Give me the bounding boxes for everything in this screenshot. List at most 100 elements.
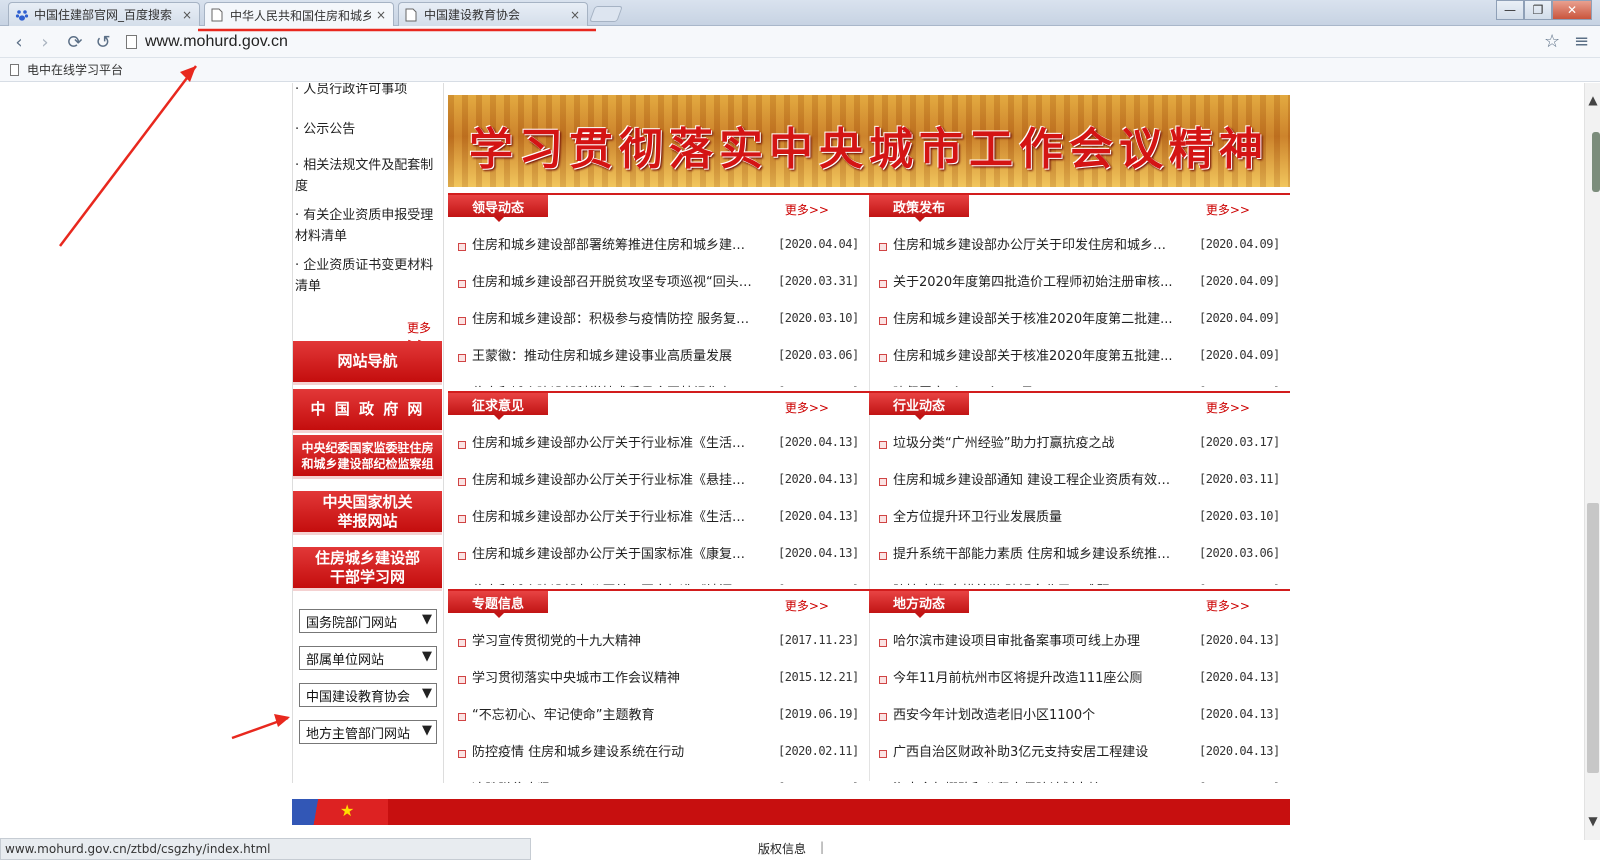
- news-item[interactable]: 住房和城乡建设部办公厅关于行业标准《悬挂式单... [2020.04.13]: [448, 460, 863, 497]
- more-link[interactable]: 更多>>: [1206, 399, 1250, 416]
- close-icon[interactable]: ×: [181, 8, 193, 22]
- more-link[interactable]: 更多>>: [1206, 201, 1250, 218]
- address-bar[interactable]: www.mohurd.gov.cn: [126, 30, 1526, 54]
- news-item[interactable]: 学习宣传贯彻党的十九大精神 [2017.11.23]: [448, 621, 863, 658]
- panel-title[interactable]: 政策发布: [869, 195, 969, 222]
- link-public-notice[interactable]: · 公示公告: [293, 119, 443, 140]
- scroll-up-icon[interactable]: ▲: [1585, 93, 1600, 109]
- news-title[interactable]: 住房和城乡建设部：积极参与疫情防控 服务复工...: [472, 308, 752, 327]
- news-title[interactable]: 建督罚字〔2020〕48号: [893, 382, 1173, 387]
- panel-title[interactable]: 征求意见: [448, 393, 548, 420]
- close-window-button[interactable]: ✕: [1552, 0, 1592, 20]
- vertical-scrollbar[interactable]: ▲ ▼: [1584, 83, 1600, 840]
- news-item[interactable]: 西安今年计划改造老旧小区1100个 [2020.04.13]: [869, 695, 1284, 732]
- news-item[interactable]: 建督罚字〔2020〕48号 [2020.04.09]: [869, 373, 1284, 388]
- news-item[interactable]: 关于2020年度第四批造价工程师初始注册审核... [2020.04.09]: [869, 262, 1284, 299]
- news-item[interactable]: 住房和城乡建设部通知 建设工程企业资质有效期... [2020.03.11]: [869, 460, 1284, 497]
- news-item[interactable]: 住房和城乡建设部召开脱贫攻坚专项巡视“回头看... [2020.03.31]: [448, 262, 863, 299]
- link-regulations[interactable]: · 相关法规文件及配套制度: [293, 155, 443, 197]
- link-certificate-change[interactable]: · 企业资质证书变更材料清单: [293, 255, 443, 297]
- affiliated-units-select[interactable]: 部属单位网站 ▼: [299, 646, 437, 670]
- news-title[interactable]: 哈尔滨市建设项目审批备案事项可线上办理: [893, 630, 1173, 649]
- forward-button[interactable]: ›: [34, 31, 56, 53]
- news-title[interactable]: 住房和城乡建设部办公厅关于印发住房和城乡建设...: [893, 234, 1173, 253]
- news-title[interactable]: 住房和城乡建设部办公厅关于行业标准《生活垃圾...: [472, 506, 752, 525]
- news-title[interactable]: 海南今年棚改和公租房保障计划出炉: [893, 778, 1173, 783]
- news-title[interactable]: “不忘初心、牢记使命”主题教育: [472, 704, 752, 723]
- news-title[interactable]: 住房和城乡建设部办公厅关于行业标准《悬挂式单...: [472, 469, 752, 488]
- copyright-link[interactable]: 版权信息: [758, 840, 806, 857]
- bookmark-item[interactable]: 电中在线学习平台: [27, 61, 123, 78]
- news-title[interactable]: 住房和城乡建设部办公厅关于国家标准《地源热泵...: [472, 580, 752, 585]
- news-title[interactable]: 关于2020年度第四批造价工程师初始注册审核...: [893, 271, 1173, 290]
- tab-mohurd[interactable]: 中华人民共和国住房和城乡 ×: [204, 2, 394, 27]
- menu-icon[interactable]: ≡: [1574, 31, 1589, 52]
- local-authorities-select[interactable]: 地方主管部门网站 ▼: [299, 720, 437, 744]
- news-title[interactable]: 住房和城乡建设部关于核准2020年度第二批建...: [893, 308, 1173, 327]
- news-title[interactable]: 住房和城乡建设部召开脱贫攻坚专项巡视“回头看...: [472, 271, 752, 290]
- news-title[interactable]: 住房和城乡建设部部署统筹推进住房和城乡建设领...: [472, 234, 752, 253]
- news-title[interactable]: 住房和城乡建设部通知 建设工程企业资质有效期...: [893, 469, 1173, 488]
- news-item[interactable]: 学习贯彻落实中央城市工作会议精神 [2015.12.21]: [448, 658, 863, 695]
- news-item[interactable]: 防控疫情 多措并举 破解企业用工难题 [2020.03.04]: [869, 571, 1284, 586]
- news-item[interactable]: 住房和城乡建设部关于核准2020年度第二批建... [2020.04.09]: [869, 299, 1284, 336]
- news-title[interactable]: 学习贯彻落实中央城市工作会议精神: [472, 667, 752, 686]
- more-link[interactable]: 更多>>: [1206, 597, 1250, 614]
- more-link[interactable]: 更多>>: [785, 399, 829, 416]
- panel-title[interactable]: 领导动态: [448, 195, 548, 222]
- news-title[interactable]: 住房和城乡建设部科学技术委员会园林绿化专业委...: [472, 382, 752, 387]
- news-item[interactable]: 住房和城乡建设部办公厅关于行业标准《生活垃圾... [2020.04.13]: [448, 423, 863, 460]
- news-item[interactable]: 住房和城乡建设部办公厅关于行业标准《生活垃圾... [2020.04.13]: [448, 497, 863, 534]
- news-item[interactable]: 王蒙徽：推动住房和城乡建设事业高质量发展 [2020.03.06]: [448, 336, 863, 373]
- scroll-thumb[interactable]: [1587, 503, 1599, 773]
- news-item[interactable]: 提升系统干部能力素质 住房和城乡建设系统推出... [2020.03.06]: [869, 534, 1284, 571]
- reload-button[interactable]: ⟳: [64, 31, 86, 53]
- news-item[interactable]: 住房和城乡建设部关于核准2020年度第五批建... [2020.04.09]: [869, 336, 1284, 373]
- new-tab-button[interactable]: [589, 6, 623, 22]
- news-item[interactable]: 海南今年棚改和公租房保障计划出炉 [2020.04.13]: [869, 769, 1284, 784]
- bookmark-star-icon[interactable]: ☆: [1544, 31, 1560, 52]
- news-item[interactable]: 住房和城乡建设部办公厅关于国家标准《康复医院... [2020.04.13]: [448, 534, 863, 571]
- news-item[interactable]: 广西自治区财政补助3亿元支持安居工程建设 [2020.04.13]: [869, 732, 1284, 769]
- news-title[interactable]: 防控疫情 住房和城乡建设系统在行动: [472, 741, 752, 760]
- news-title[interactable]: 学习宣传贯彻党的十九大精神: [472, 630, 752, 649]
- scroll-down-icon[interactable]: ▼: [1585, 814, 1600, 830]
- news-title[interactable]: 决胜脱贫攻坚: [472, 778, 752, 783]
- theme-banner[interactable]: 学习贯彻落实中央城市工作会议精神: [448, 95, 1290, 187]
- url-text[interactable]: www.mohurd.gov.cn: [145, 33, 288, 51]
- news-title[interactable]: 提升系统干部能力素质 住房和城乡建设系统推出...: [893, 543, 1173, 562]
- more-link[interactable]: 更多>>: [785, 597, 829, 614]
- news-item[interactable]: 哈尔滨市建设项目审批备案事项可线上办理 [2020.04.13]: [869, 621, 1284, 658]
- panel-title[interactable]: 专题信息: [448, 591, 548, 618]
- tab-education-association[interactable]: 中国建设教育协会 ×: [398, 2, 588, 26]
- close-icon[interactable]: ×: [375, 8, 387, 22]
- minimize-button[interactable]: —: [1496, 0, 1524, 20]
- news-title[interactable]: 王蒙徽：推动住房和城乡建设事业高质量发展: [472, 345, 752, 364]
- discipline-inspection-button[interactable]: 中央纪委国家监委驻住房和城乡建设部纪检监察组: [293, 435, 442, 479]
- news-title[interactable]: 住房和城乡建设部办公厅关于行业标准《生活垃圾...: [472, 432, 752, 451]
- link-admin-license[interactable]: · 人员行政许可事项: [293, 83, 443, 100]
- more-link[interactable]: 更多>>: [785, 201, 829, 218]
- news-item[interactable]: 决胜脱贫攻坚 [2019.04.03]: [448, 769, 863, 784]
- state-council-select[interactable]: 国务院部门网站 ▼: [299, 609, 437, 633]
- gov-portal-button[interactable]: 中 国 政 府 网: [293, 389, 442, 433]
- site-nav-button[interactable]: 网站导航: [293, 341, 442, 385]
- news-item[interactable]: 今年11月前杭州市区将提升改造111座公厕 [2020.04.13]: [869, 658, 1284, 695]
- panel-title[interactable]: 地方动态: [869, 591, 969, 618]
- news-title[interactable]: 住房和城乡建设部办公厅关于国家标准《康复医院...: [472, 543, 752, 562]
- close-icon[interactable]: ×: [569, 8, 581, 22]
- report-site-button[interactable]: 中央国家机关举报网站: [293, 491, 442, 535]
- news-title[interactable]: 全方位提升环卫行业发展质量: [893, 506, 1173, 525]
- news-title[interactable]: 今年11月前杭州市区将提升改造111座公厕: [893, 667, 1173, 686]
- news-item[interactable]: 垃圾分类“广州经验”助力打赢抗疫之战 [2020.03.17]: [869, 423, 1284, 460]
- maximize-button[interactable]: ❐: [1524, 0, 1552, 20]
- news-title[interactable]: 防控疫情 多措并举 破解企业用工难题: [893, 580, 1173, 585]
- cadre-learning-button[interactable]: 住房城乡建设部干部学习网: [293, 547, 442, 591]
- news-item[interactable]: 防控疫情 住房和城乡建设系统在行动 [2020.02.11]: [448, 732, 863, 769]
- news-item[interactable]: 住房和城乡建设部办公厅关于国家标准《地源热泵... [2020.04.13]: [448, 571, 863, 586]
- link-qualification-materials[interactable]: · 有关企业资质申报受理材料清单: [293, 205, 443, 247]
- news-title[interactable]: 垃圾分类“广州经验”助力打赢抗疫之战: [893, 432, 1173, 451]
- tab-baidu-search[interactable]: 中国住建部官网_百度搜索 ×: [8, 2, 200, 26]
- news-item[interactable]: 住房和城乡建设部部署统筹推进住房和城乡建设领... [2020.04.04]: [448, 225, 863, 262]
- news-title[interactable]: 西安今年计划改造老旧小区1100个: [893, 704, 1173, 723]
